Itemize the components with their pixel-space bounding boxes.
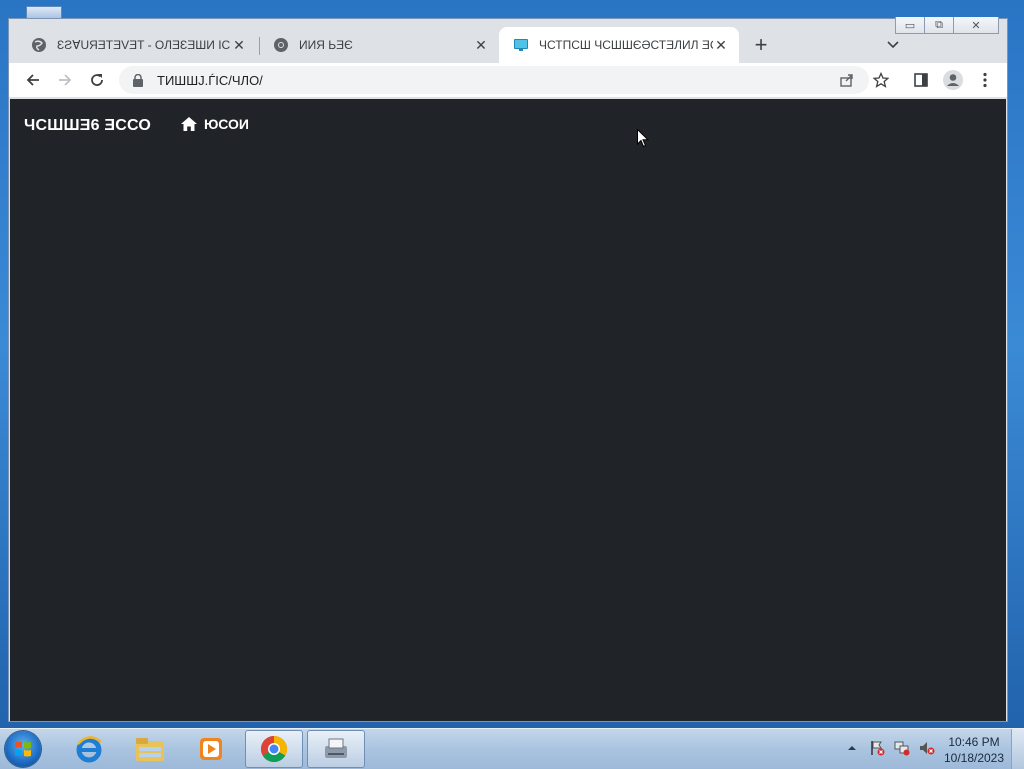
- back-button[interactable]: [19, 66, 47, 94]
- monitor-icon: [513, 37, 529, 53]
- menu-kebab-icon[interactable]: [971, 66, 999, 94]
- tab-search-chevron-icon[interactable]: [881, 33, 905, 57]
- browser-toolbar: ТИШШЈ.ЃІС/ЧЛО/: [9, 63, 1007, 97]
- chrome-logo-icon: [273, 37, 289, 53]
- mouse-pointer-icon: [637, 128, 650, 153]
- taskbar: 10:46 PM 10/18/2023: [0, 728, 1024, 769]
- browser-window: ▭ ⧉ ✕ ƐƧⱯUЯƎTƎVƎT - ОЛƎƐƎШИ ІС ШСƎƏ ✕ ИИ…: [8, 17, 1008, 722]
- tab-2[interactable]: ИИЯ ЬƎЄ ✕: [259, 27, 499, 63]
- show-hidden-icons-chevron-icon[interactable]: [843, 739, 861, 757]
- media-player-icon[interactable]: [182, 730, 240, 768]
- tab-title: ЧСТПСШ ЧСШШЄƏСТƎЛИЛ ƎССО,: [539, 38, 713, 52]
- file-explorer-icon[interactable]: [121, 730, 179, 768]
- close-tab-icon[interactable]: ✕: [713, 37, 729, 53]
- new-tab-button[interactable]: +: [749, 32, 773, 57]
- lock-icon[interactable]: [133, 73, 145, 87]
- system-tray: [843, 739, 943, 757]
- internet-explorer-icon[interactable]: [60, 730, 118, 768]
- tab-title: ИИЯ ЬƎЄ: [299, 38, 353, 52]
- show-desktop-button[interactable]: [1011, 729, 1024, 769]
- volume-muted-icon[interactable]: [918, 739, 936, 757]
- network-fax-icon[interactable]: [307, 730, 365, 768]
- tab-3-active[interactable]: ЧСТПСШ ЧСШШЄƏСТƎЛИЛ ƎССО, ✕: [499, 27, 739, 63]
- clock-time: 10:46 PM: [948, 735, 1000, 749]
- clock-date: 10/18/2023: [943, 751, 1005, 765]
- profile-avatar-icon[interactable]: [939, 66, 967, 94]
- close-tab-icon[interactable]: ✕: [473, 37, 489, 53]
- taskbar-clock[interactable]: 10:46 PM 10/18/2023: [938, 734, 1010, 766]
- reload-button[interactable]: [83, 66, 111, 94]
- tab-1[interactable]: ƐƧⱯUЯƎTƎVƎT - ОЛƎƐƎШИ ІС ШСƎƏ ✕: [17, 27, 257, 63]
- share-icon[interactable]: [837, 70, 857, 90]
- forward-button[interactable]: [51, 66, 79, 94]
- side-panel-icon[interactable]: [907, 66, 935, 94]
- action-center-flag-icon[interactable]: [868, 739, 886, 757]
- start-button[interactable]: [5, 731, 41, 767]
- windows-logo-icon: [15, 741, 31, 757]
- site-brand[interactable]: ЧСШШƎ6 ƎССО: [24, 117, 151, 135]
- url-text: ТИШШЈ.ЃІС/ЧЛО/: [157, 72, 263, 88]
- close-tab-icon[interactable]: ✕: [231, 37, 247, 53]
- home-link[interactable]: ЮСОИ: [180, 116, 249, 132]
- web-page-content: ЧСШШƎ6 ƎССО ЮСОИ: [10, 99, 1006, 721]
- home-icon: [181, 117, 197, 131]
- chrome-icon[interactable]: [245, 730, 303, 768]
- globe-icon: [31, 37, 47, 53]
- address-bar[interactable]: ТИШШЈ.ЃІС/ЧЛО/: [119, 66, 869, 94]
- tab-title: ƐƧⱯUЯƎTƎVƎT - ОЛƎƐƎШИ ІС ШСƎƏ: [57, 38, 231, 52]
- tab-strip: ƐƧⱯUЯƎTƎVƎT - ОЛƎƐƎШИ ІС ШСƎƏ ✕ ИИЯ ЬƎЄ …: [9, 19, 1007, 63]
- bookmark-star-icon[interactable]: [867, 66, 895, 94]
- network-status-icon[interactable]: [893, 739, 911, 757]
- home-link-label: ЮСОИ: [204, 116, 249, 132]
